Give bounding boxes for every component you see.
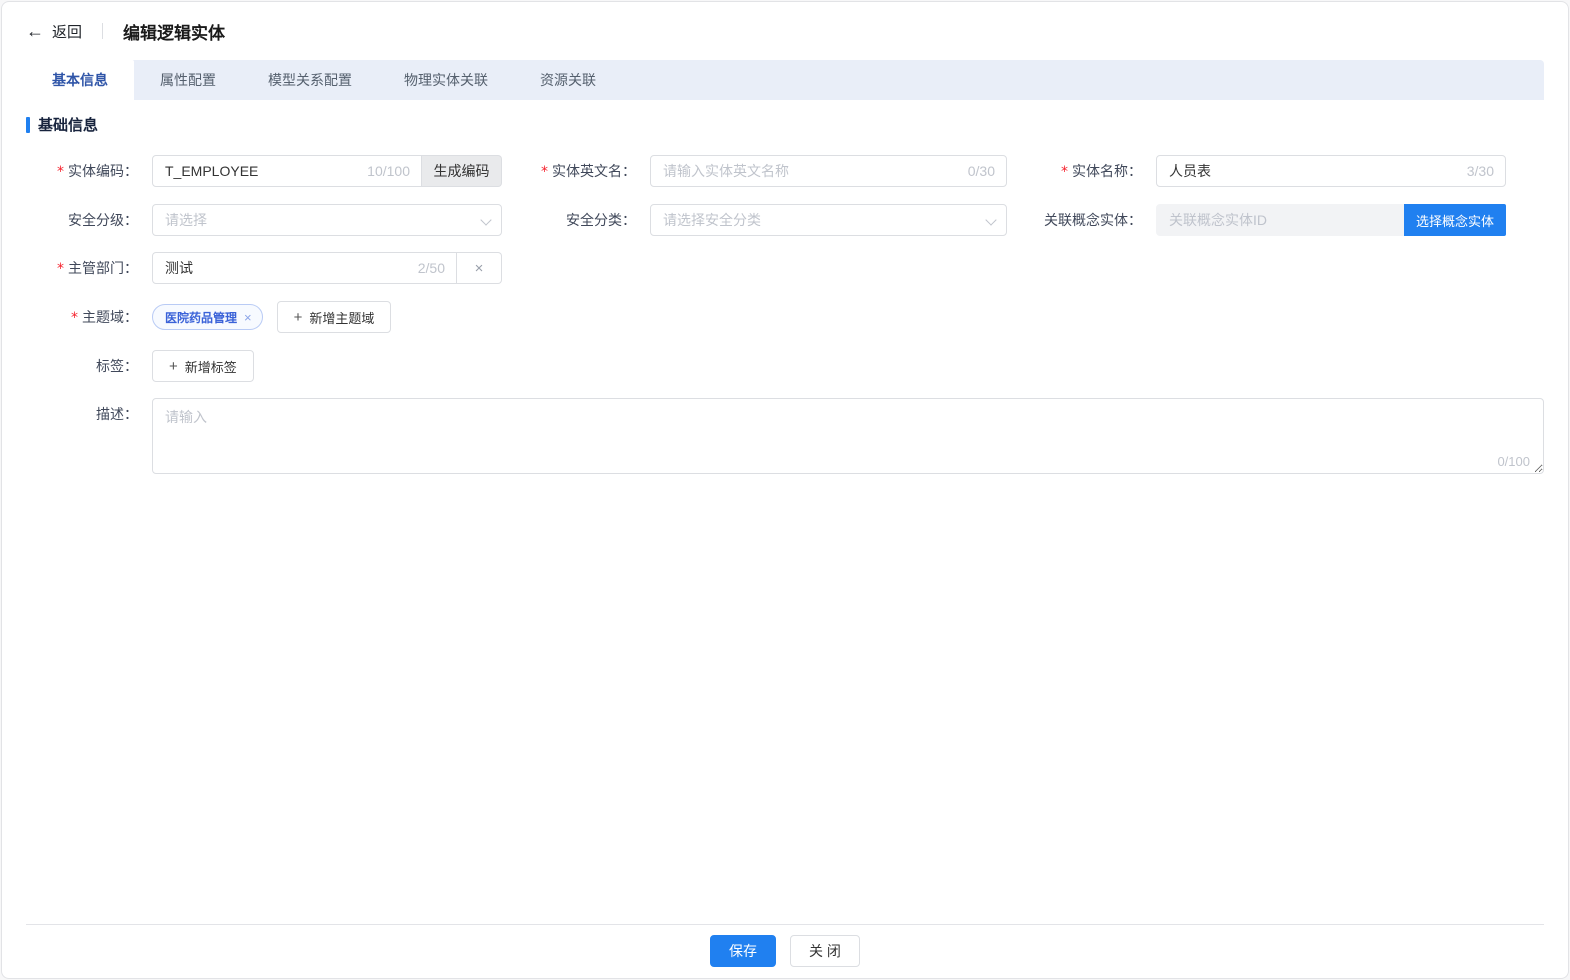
- entity-code-control: 10/100 生成编码: [152, 155, 502, 187]
- entity-name-input[interactable]: [1156, 155, 1506, 187]
- entity-en-name-input[interactable]: [650, 155, 1007, 187]
- plus-icon: +: [169, 357, 178, 375]
- security-category-label: 安全分类：: [566, 212, 636, 228]
- tab-basic-info[interactable]: 基本信息: [26, 60, 134, 100]
- entity-en-name-control: 0/30: [650, 155, 1007, 187]
- department-label: * 主管部门：: [57, 260, 138, 277]
- tab-physical-entity-relation[interactable]: 物理实体关联: [378, 60, 514, 100]
- department-clear-button[interactable]: ×: [457, 252, 502, 284]
- back-label: 返回: [52, 23, 83, 41]
- section-title: 基础信息: [38, 117, 99, 134]
- required-mark: *: [1061, 164, 1068, 180]
- back-arrow-icon: ←: [26, 21, 44, 41]
- add-subject-domain-button[interactable]: + 新增主题域: [276, 301, 392, 333]
- form-row-3: *主管部门： 2/50 ×: [26, 252, 1544, 285]
- tags-label: 标签：: [96, 358, 138, 374]
- entity-code-label: * 实体编码：: [57, 163, 138, 180]
- form-row-1: *实体编码： 10/100 生成编码 *实体英文名： 0/30 *实体名称： 3…: [26, 155, 1544, 188]
- section-accent-bar: [26, 116, 30, 133]
- close-button[interactable]: 关 闭: [790, 935, 860, 967]
- department-input[interactable]: [152, 252, 457, 284]
- tab-resource-relation[interactable]: 资源关联: [514, 60, 622, 100]
- page-footer: 保存 关 闭: [26, 924, 1544, 978]
- security-level-control: 请选择: [152, 204, 502, 236]
- generate-code-button[interactable]: 生成编码: [422, 155, 502, 187]
- basic-info-panel: 基础信息 *实体编码： 10/100 生成编码 *实体英文名： 0/30 *实体…: [2, 100, 1568, 924]
- concept-entity-control: 选择概念实体: [1156, 204, 1506, 236]
- required-mark: *: [71, 310, 78, 326]
- form-row-4: * 主题域： 医院药品管理 × + 新增主题域: [26, 301, 1544, 334]
- tab-model-relation-config[interactable]: 模型关系配置: [242, 60, 378, 100]
- tag-close-icon[interactable]: ×: [244, 311, 252, 324]
- back-button[interactable]: ← 返回: [26, 21, 82, 42]
- entity-name-label: * 实体名称：: [1061, 163, 1142, 180]
- tags-control: + 新增标签: [152, 350, 254, 382]
- save-button[interactable]: 保存: [710, 935, 777, 967]
- security-level-label: 安全分级：: [68, 212, 138, 228]
- tab-attribute-config[interactable]: 属性配置: [134, 60, 242, 100]
- subject-domain-tag-label: 医院药品管理: [165, 310, 238, 325]
- security-category-control: 请选择安全分类: [650, 204, 1007, 236]
- description-textarea[interactable]: [152, 398, 1544, 474]
- entity-en-name-label: * 实体英文名：: [541, 163, 636, 180]
- add-tag-button[interactable]: + 新增标签: [152, 350, 254, 382]
- entity-code-input[interactable]: [152, 155, 422, 187]
- description-label: 描述：: [96, 406, 138, 422]
- subject-domain-control: 医院药品管理 × + 新增主题域: [152, 301, 392, 333]
- entity-name-control: 3/30: [1156, 155, 1506, 187]
- edit-logical-entity-page: ← 返回 编辑逻辑实体 基本信息 属性配置 模型关系配置 物理实体关联 资源关联…: [1, 1, 1569, 979]
- subject-domain-label: * 主题域：: [71, 309, 138, 326]
- description-control: 0/100: [152, 398, 1544, 477]
- required-mark: *: [541, 164, 548, 180]
- security-level-select[interactable]: 请选择: [152, 204, 502, 236]
- required-mark: *: [57, 164, 64, 180]
- security-category-select[interactable]: 请选择安全分类: [650, 204, 1007, 236]
- concept-entity-label: 关联概念实体：: [1044, 212, 1142, 228]
- form-row-5: 标签： + 新增标签: [26, 350, 1544, 382]
- form-row-6: 描述： 0/100: [26, 398, 1544, 477]
- section-header: 基础信息: [26, 114, 1568, 135]
- select-concept-entity-button[interactable]: 选择概念实体: [1403, 204, 1506, 236]
- header-divider: [102, 23, 104, 39]
- close-icon: ×: [474, 259, 484, 277]
- subject-domain-tag: 医院药品管理 ×: [152, 304, 263, 330]
- form-row-2: 安全分级： 请选择 安全分类： 请选择安全分类 关联概念实体： 选择概念实体: [26, 204, 1544, 236]
- concept-entity-id-input: [1156, 204, 1404, 236]
- department-control: 2/50 ×: [152, 252, 502, 284]
- plus-icon: +: [293, 308, 303, 326]
- tab-bar: 基本信息 属性配置 模型关系配置 物理实体关联 资源关联: [26, 60, 1544, 100]
- required-mark: *: [57, 261, 64, 277]
- page-title: 编辑逻辑实体: [123, 23, 226, 43]
- page-header: ← 返回 编辑逻辑实体: [2, 2, 1568, 60]
